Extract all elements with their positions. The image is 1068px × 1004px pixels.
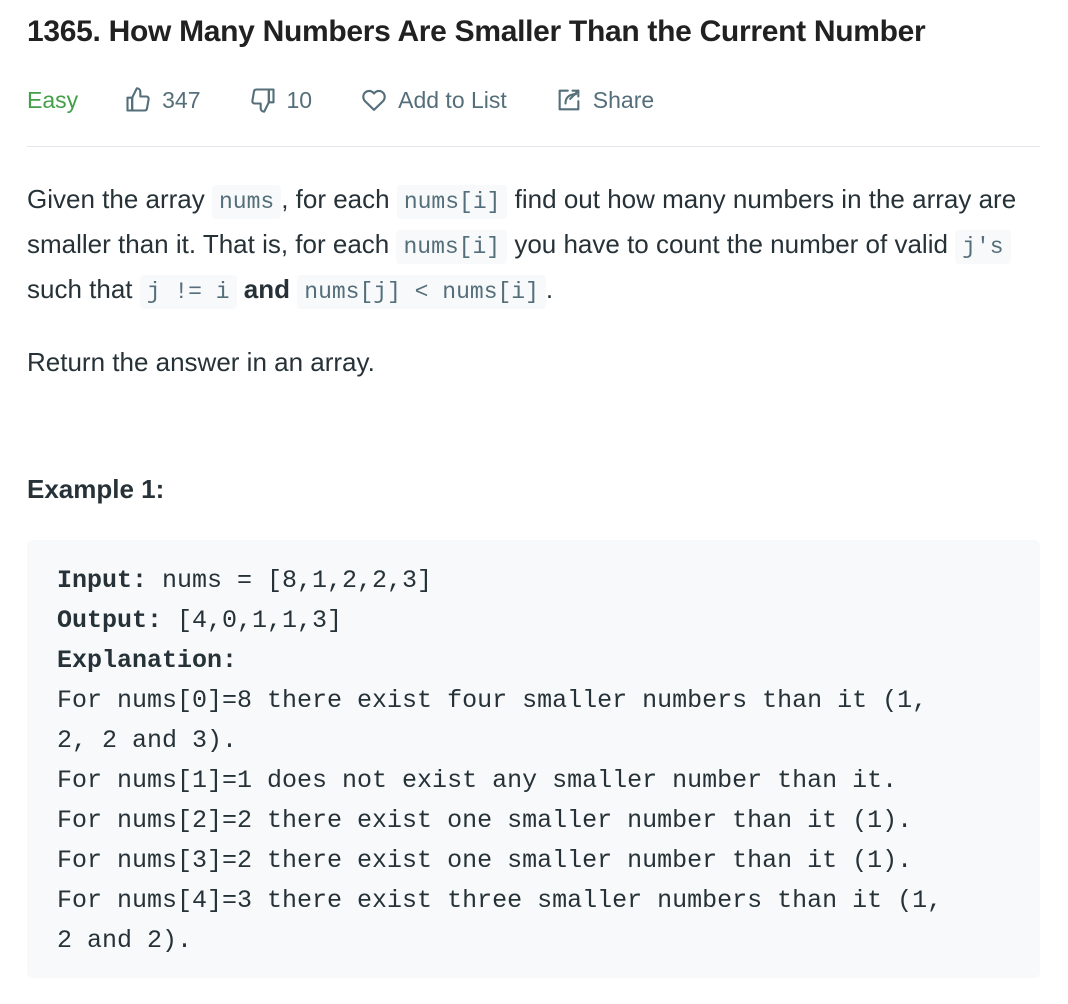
inline-code: j != i (139, 275, 237, 309)
dislike-count: 10 (286, 86, 313, 113)
add-to-list-label: Add to List (398, 86, 507, 113)
explanation-line: For nums[4]=3 there exist three smaller … (57, 886, 943, 915)
like-button[interactable]: 347 (124, 86, 201, 114)
thumbs-up-icon (126, 87, 150, 112)
inline-code: nums[i] (396, 185, 508, 219)
inline-code: nums[j] < nums[i] (297, 275, 546, 309)
description-text: , for each (281, 184, 397, 214)
problem-title: 1365. How Many Numbers Are Smaller Than … (27, 15, 926, 48)
explanation-line: 2 and 2). (57, 926, 193, 955)
share-label: Share (592, 86, 655, 113)
description-text: such that (27, 274, 140, 304)
explanation-line: For nums[3]=2 there exist one smaller nu… (57, 846, 913, 875)
explanation-label: Explanation: (57, 646, 238, 675)
input-label: Input: (57, 566, 148, 595)
output-value: [4,0,1,1,3] (162, 606, 343, 635)
description-text (237, 274, 244, 304)
example-explanation-label: Explanation: (57, 641, 1010, 681)
explanation-line: For nums[0]=8 there exist four smaller n… (57, 686, 928, 715)
explanation-line: For nums[2]=2 there exist one smaller nu… (57, 806, 913, 835)
header-divider (27, 146, 1040, 147)
description-return-paragraph: Return the answer in an array. (27, 347, 375, 377)
share-button[interactable]: Share (555, 86, 654, 114)
explanation-line: 2, 2 and 3). (57, 726, 238, 755)
example-output-line: Output: [4,0,1,1,3] (57, 601, 1010, 641)
inline-code: nums[i] (396, 230, 508, 264)
example-input-line: Input: nums = [8,1,2,2,3] (57, 561, 1010, 601)
add-to-list-button[interactable]: Add to List (360, 86, 507, 114)
example-code-block: Input: nums = [8,1,2,2,3] Output: [4,0,1,… (27, 540, 1040, 978)
difficulty-badge: Easy (27, 86, 79, 113)
description-text: . (545, 274, 554, 304)
bold-text: and (243, 274, 291, 304)
thumbs-down-icon (250, 88, 275, 113)
share-icon (558, 89, 580, 111)
inline-code: j's (955, 230, 1011, 264)
description-text: Given the array (27, 184, 212, 214)
example-heading: Example 1: (27, 474, 165, 504)
explanation-line: For nums[1]=1 does not exist any smaller… (57, 766, 898, 795)
inline-code: nums (211, 185, 282, 219)
description-text: you have to count the number of valid (507, 229, 956, 259)
description-paragraph: Given the array nums, for each nums[i] f… (27, 178, 1040, 313)
problem-meta-bar: Easy 347 10 Add to List Share (27, 82, 654, 118)
input-value: nums = [8,1,2,2,3] (147, 566, 433, 595)
output-label: Output: (57, 606, 163, 635)
dislike-button[interactable]: 10 (249, 86, 313, 114)
heart-icon (362, 89, 386, 111)
problem-description: Given the array nums, for each nums[i] f… (27, 178, 1040, 383)
like-count: 347 (162, 86, 201, 113)
